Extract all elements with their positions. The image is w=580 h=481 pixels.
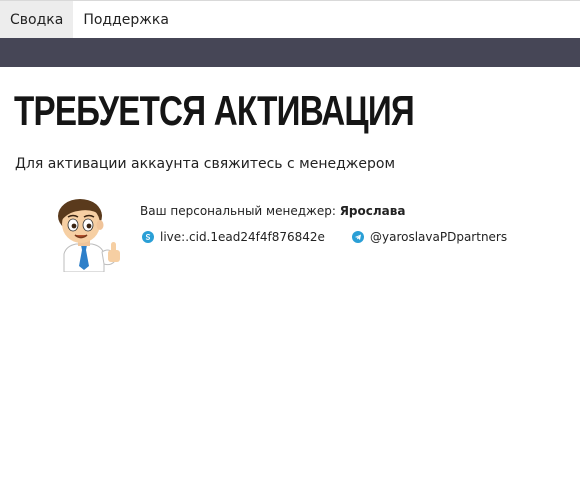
- page-title: ТРЕБУЕТСЯ АКТИВАЦИЯ: [14, 87, 415, 134]
- telegram-value[interactable]: @yaroslavaPDpartners: [370, 230, 507, 244]
- skype-icon: [142, 231, 154, 243]
- manager-label: Ваш персональный менеджер:: [140, 204, 336, 218]
- manager-name: Ярослава: [339, 204, 406, 218]
- top-navigation: Сводка Поддержка: [0, 0, 580, 38]
- skype-value[interactable]: live:.cid.1ead24f4f876842e: [160, 230, 325, 244]
- telegram-contact[interactable]: @yaroslavaPDpartners: [352, 230, 507, 244]
- skype-contact[interactable]: live:.cid.1ead24f4f876842e: [142, 230, 325, 244]
- manager-avatar: [58, 199, 120, 272]
- tab-summary[interactable]: Сводка: [0, 1, 74, 38]
- telegram-icon: [352, 231, 364, 243]
- tab-support[interactable]: Поддержка: [73, 1, 179, 38]
- header-bar: [0, 38, 580, 67]
- page-subtitle: Для активации аккаунта свяжитесь с менед…: [15, 156, 396, 172]
- manager-line: Ваш персональный менеджер: Ярослава: [140, 204, 405, 218]
